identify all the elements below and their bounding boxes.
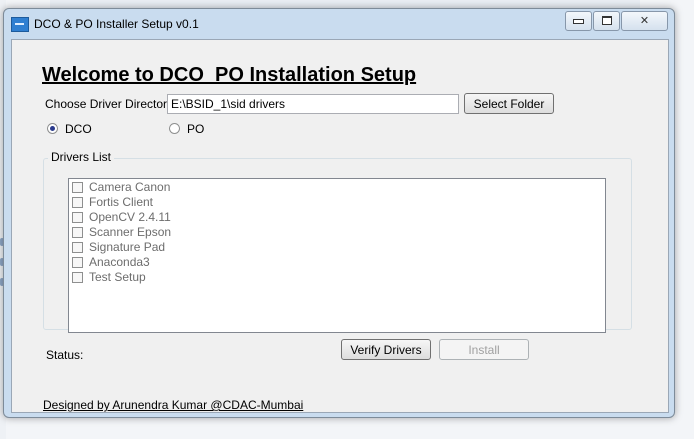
list-item[interactable]: Camera Canon <box>72 180 170 195</box>
close-icon: ✕ <box>639 15 650 27</box>
install-button: Install <box>439 339 529 360</box>
driver-label: Camera Canon <box>89 180 171 194</box>
checkbox[interactable] <box>72 197 83 208</box>
maximize-button[interactable] <box>593 11 620 31</box>
checkbox[interactable] <box>72 242 83 253</box>
minimize-icon <box>573 19 584 24</box>
credit-text: Designed by Arunendra Kumar @CDAC-Mumbai <box>43 398 304 412</box>
page-title: Welcome to DCO PO Installation Setup <box>42 64 417 86</box>
close-button[interactable]: ✕ <box>621 11 668 31</box>
drivers-list[interactable]: Camera Canon Fortis Client OpenCV 2.4.11… <box>68 178 606 333</box>
driver-label: Anaconda3 <box>89 255 150 269</box>
select-folder-button[interactable]: Select Folder <box>464 93 554 114</box>
list-item[interactable]: Scanner Epson <box>72 225 171 240</box>
driver-label: Scanner Epson <box>89 225 172 239</box>
checkbox[interactable] <box>72 272 83 283</box>
verify-drivers-button[interactable]: Verify Drivers <box>341 339 431 360</box>
driver-label: OpenCV 2.4.11 <box>89 210 171 224</box>
radio-dco-label[interactable]: DCO <box>65 122 92 136</box>
list-item[interactable]: OpenCV 2.4.11 <box>72 210 171 225</box>
window-title: DCO & PO Installer Setup v0.1 <box>34 17 199 31</box>
checkbox[interactable] <box>72 182 83 193</box>
radio-po-label[interactable]: PO <box>187 122 204 136</box>
maximize-icon <box>601 16 612 25</box>
status-label: Status: <box>46 348 84 362</box>
radio-po[interactable] <box>169 123 180 134</box>
list-item[interactable]: Test Setup <box>72 270 146 285</box>
list-item[interactable]: Signature Pad <box>72 240 165 255</box>
list-item[interactable]: Fortis Client <box>72 195 153 210</box>
driver-label: Test Setup <box>89 270 146 284</box>
driver-label: Signature Pad <box>89 240 166 254</box>
minimize-button[interactable] <box>565 11 592 31</box>
checkbox[interactable] <box>72 212 83 223</box>
app-icon <box>11 17 29 32</box>
client-area: Welcome to DCO PO Installation Setup Cho… <box>11 39 669 413</box>
directory-input[interactable]: E:\BSID_1\sid drivers <box>167 94 459 114</box>
list-item[interactable]: Anaconda3 <box>72 255 150 270</box>
title-bar[interactable]: DCO & PO Installer Setup v0.1 ✕ <box>4 9 674 39</box>
installer-window: DCO & PO Installer Setup v0.1 ✕ Welcome … <box>3 8 675 418</box>
drivers-group-title: Drivers List <box>48 150 115 164</box>
checkbox[interactable] <box>72 227 83 238</box>
radio-dco[interactable] <box>47 123 58 134</box>
directory-label: Choose Driver Directory <box>45 97 174 111</box>
checkbox[interactable] <box>72 257 83 268</box>
driver-label: Fortis Client <box>89 195 154 209</box>
